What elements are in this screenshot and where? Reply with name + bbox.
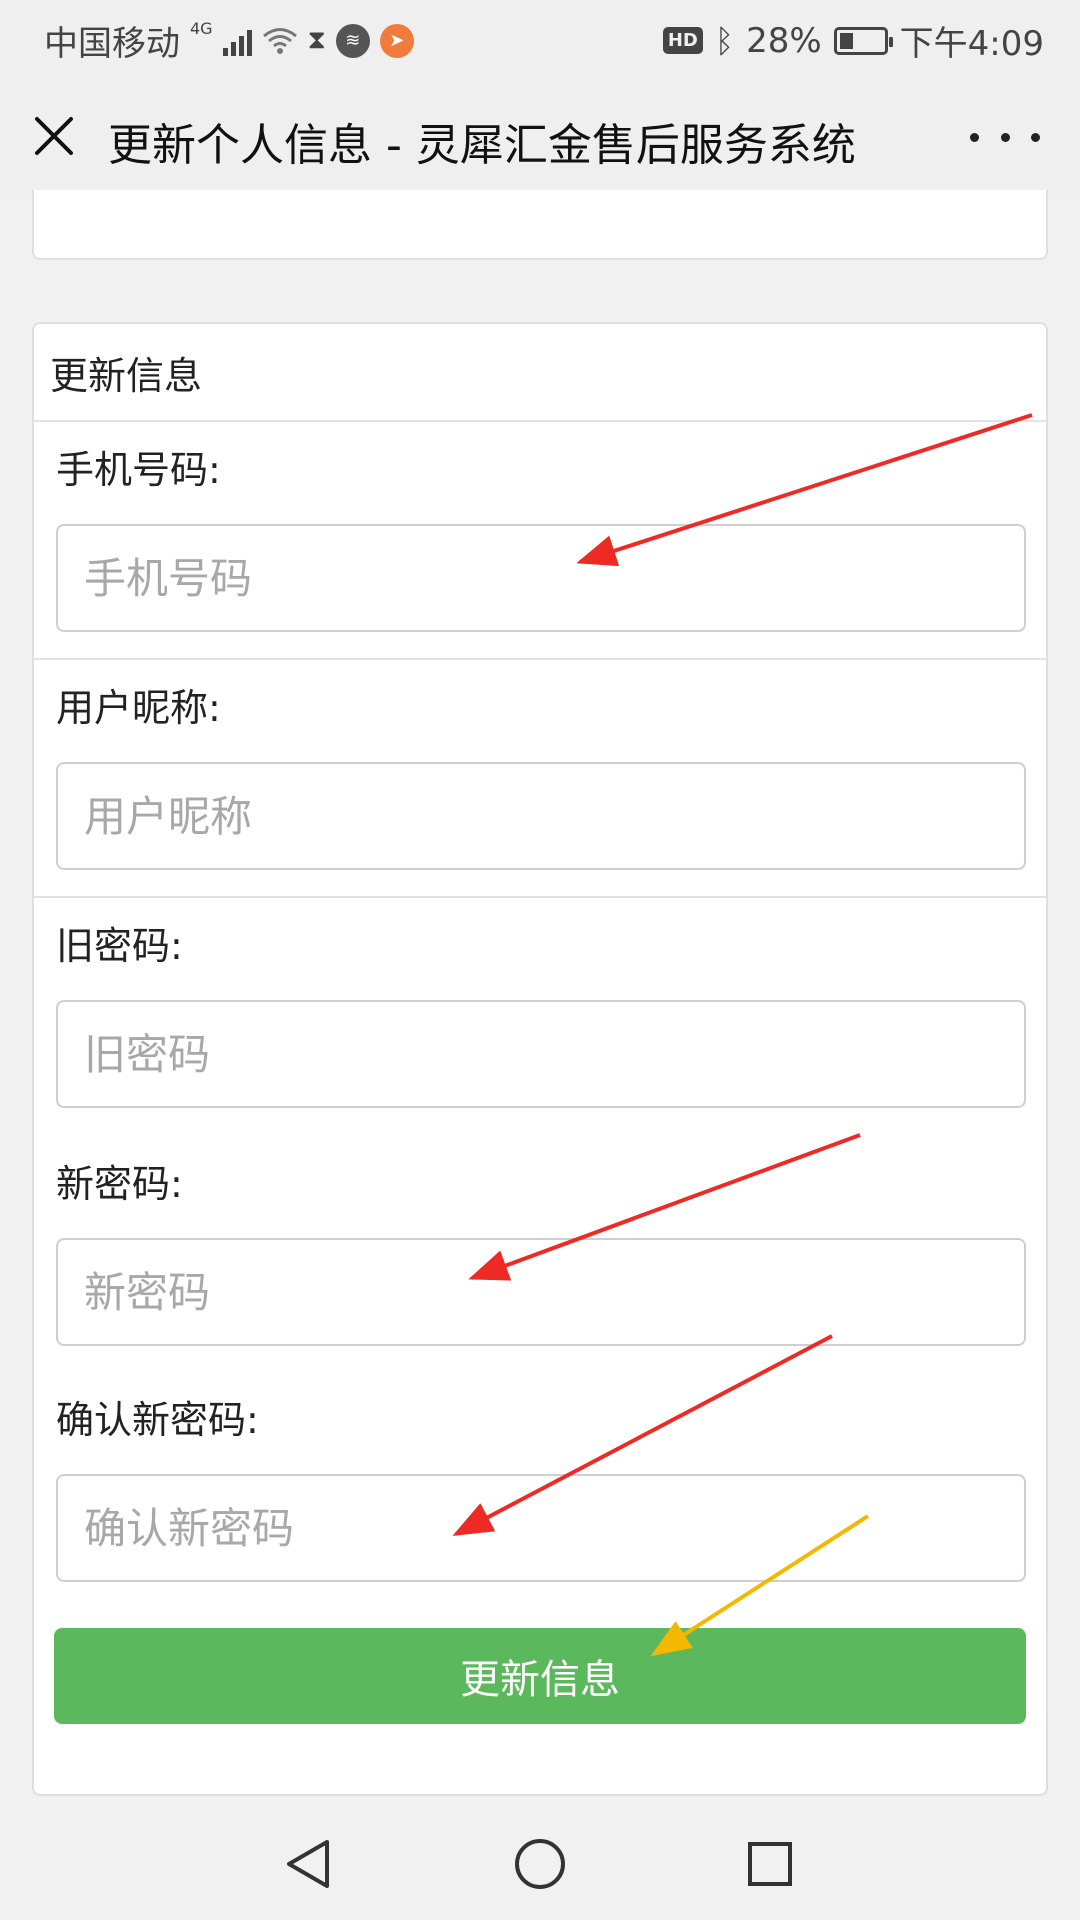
hourglass-icon: ⧗ [307, 25, 326, 55]
audio-app-icon: ≋ [335, 23, 370, 58]
new-password-label: 新密码: [56, 1162, 183, 1206]
phone-label: 手机号码: [56, 448, 221, 492]
divider [34, 896, 1046, 898]
bluetooth-icon: ᛒ [714, 21, 735, 60]
battery-icon [833, 26, 893, 55]
clock: 下午4:09 [899, 24, 1044, 64]
home-circle-icon [515, 1839, 565, 1889]
old-password-field-group: 旧密码: [34, 918, 1046, 1108]
hd-badge: HD [662, 27, 703, 54]
more-icon-dot [970, 132, 979, 142]
more-button[interactable] [970, 115, 1040, 159]
new-password-input[interactable] [56, 1238, 1026, 1346]
recents-button[interactable] [742, 1836, 798, 1892]
new-password-field-group: 新密码: [34, 1156, 1046, 1346]
old-password-input[interactable] [56, 1000, 1026, 1108]
close-button[interactable] [28, 110, 80, 162]
update-info-button[interactable]: 更新信息 [54, 1628, 1026, 1724]
confirm-password-field-group: 确认新密码: [34, 1392, 1046, 1582]
nickname-label: 用户昵称: [56, 686, 221, 730]
more-icon-dot [1031, 132, 1040, 142]
confirm-password-input[interactable] [56, 1474, 1026, 1582]
wifi-icon [262, 27, 297, 54]
status-bar: 中国移动 4G ⧗ ≋ ➤ HD ᛒ 28% 下午4:09 [0, 0, 1080, 75]
battery-percent: 28% [746, 20, 822, 61]
phone-field-group: 手机号码: [34, 442, 1046, 632]
update-info-card: 更新信息 手机号码: 用户昵称: 旧密码: 新密码: 确认新密码: 更新信息 [32, 322, 1048, 1796]
status-right: HD ᛒ 28% 下午4:09 [662, 16, 1044, 65]
old-password-label: 旧密码: [56, 924, 183, 968]
nickname-input[interactable] [56, 762, 1026, 870]
navigation-bar [0, 1800, 1080, 1920]
status-left: 中国移动 4G ⧗ ≋ ➤ [44, 16, 414, 65]
divider [34, 658, 1046, 660]
recents-square-icon [748, 1842, 792, 1886]
close-icon [35, 117, 73, 155]
previous-card [32, 190, 1048, 260]
back-button[interactable] [280, 1836, 336, 1892]
back-triangle-icon [287, 1840, 329, 1888]
telegram-app-icon: ➤ [379, 23, 414, 58]
confirm-password-label: 确认新密码: [56, 1398, 259, 1442]
signal-icon [222, 26, 252, 56]
page-content[interactable]: 更新信息 手机号码: 用户昵称: 旧密码: 新密码: 确认新密码: 更新信息 [0, 190, 1080, 1800]
carrier-name: 中国移动 [44, 24, 180, 64]
nickname-field-group: 用户昵称: [34, 680, 1046, 870]
page-title: 更新个人信息 - 灵犀汇金售后服务系统 [108, 120, 856, 171]
phone-input[interactable] [56, 524, 1026, 632]
network-type: 4G [190, 19, 213, 38]
title-bar: 更新个人信息 - 灵犀汇金售后服务系统 [0, 75, 1080, 200]
home-button[interactable] [512, 1836, 568, 1892]
card-header: 更新信息 [34, 324, 1046, 422]
more-icon-dot [1000, 132, 1010, 142]
